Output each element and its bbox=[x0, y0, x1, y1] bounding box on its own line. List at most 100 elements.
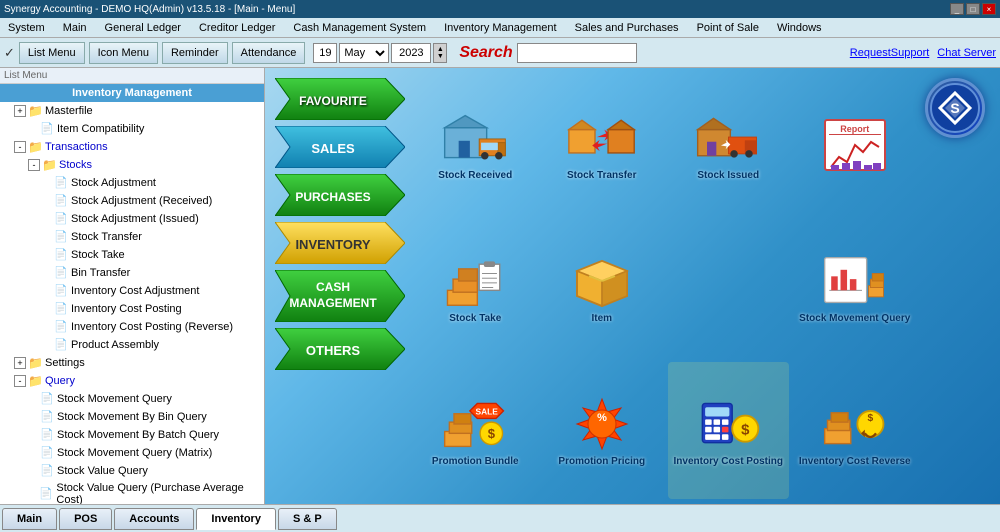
icon-promotion-bundle[interactable]: SALE $ Promotion Bundle bbox=[415, 362, 536, 499]
search-input[interactable] bbox=[517, 43, 637, 63]
date-spinner[interactable]: ▲ ▼ bbox=[433, 43, 447, 63]
expand-stocks[interactable]: - bbox=[28, 159, 40, 171]
list-menu-button[interactable]: List Menu bbox=[19, 42, 85, 64]
sidebar-item-masterfile[interactable]: + 📁 Masterfile bbox=[0, 102, 264, 120]
icon-stock-movement-query[interactable]: Stock Movement Query bbox=[795, 219, 916, 356]
maximize-btn[interactable]: □ bbox=[966, 3, 980, 15]
label-item: Item bbox=[591, 313, 612, 325]
sidebar-item-query[interactable]: - 📁 Query bbox=[0, 372, 264, 390]
label-stock-mov-bin: Stock Movement By Bin Query bbox=[57, 411, 207, 423]
sidebar-item-stock-adj[interactable]: 📄 Stock Adjustment bbox=[0, 174, 264, 192]
year-input[interactable]: 2023 bbox=[391, 43, 431, 63]
expand-masterfile[interactable]: + bbox=[14, 105, 26, 117]
nav-purchases[interactable]: PURCHASES bbox=[275, 174, 405, 216]
sidebar-item-stock-value-query[interactable]: 📄 Stock Value Query bbox=[0, 462, 264, 480]
label-inv-cost-posting: Inventory Cost Posting bbox=[71, 303, 182, 315]
svg-text:SALE: SALE bbox=[476, 406, 499, 416]
nav-favourite[interactable]: FAVOURITE bbox=[275, 78, 405, 120]
menu-inventory[interactable]: Inventory Management bbox=[440, 21, 561, 35]
doc-icon-inv-cost-posting: 📄 bbox=[54, 302, 68, 316]
tab-inventory[interactable]: Inventory bbox=[196, 508, 276, 530]
doc-icon-bin-transfer: 📄 bbox=[54, 266, 68, 280]
folder-icon-settings: 📁 bbox=[28, 356, 42, 370]
report-chart-svg bbox=[829, 137, 883, 171]
sidebar-item-stock-adj-issued[interactable]: 📄 Stock Adjustment (Issued) bbox=[0, 210, 264, 228]
label-stock-mov-query: Stock Movement Query bbox=[57, 393, 172, 405]
menu-main[interactable]: Main bbox=[59, 21, 91, 35]
sidebar-item-stock-value-purch[interactable]: 📄 Stock Value Query (Purchase Average Co… bbox=[0, 480, 264, 504]
icon-report[interactable]: Report bbox=[795, 76, 916, 213]
menu-cash-management[interactable]: Cash Management System bbox=[289, 21, 430, 35]
nav-inventory[interactable]: INVENTORY bbox=[275, 222, 405, 264]
menu-windows[interactable]: Windows bbox=[773, 21, 826, 35]
label-promotion-bundle: Promotion Bundle bbox=[432, 456, 519, 468]
minimize-btn[interactable]: _ bbox=[950, 3, 964, 15]
icon-stock-transfer[interactable]: Stock Transfer bbox=[542, 76, 663, 213]
close-btn[interactable]: × bbox=[982, 3, 996, 15]
menu-creditor-ledger[interactable]: Creditor Ledger bbox=[195, 21, 279, 35]
sidebar-item-stock-transfer[interactable]: 📄 Stock Transfer bbox=[0, 228, 264, 246]
sidebar-item-stock-mov-query[interactable]: 📄 Stock Movement Query bbox=[0, 390, 264, 408]
label-stock-take: Stock Take bbox=[71, 249, 125, 261]
expand-settings[interactable]: + bbox=[14, 357, 26, 369]
icon-inventory-cost-posting[interactable]: $ Inventory Cost Posting bbox=[668, 362, 789, 499]
sidebar-item-inv-cost-adj[interactable]: 📄 Inventory Cost Adjustment bbox=[0, 282, 264, 300]
sidebar-item-stock-adj-recv[interactable]: 📄 Stock Adjustment (Received) bbox=[0, 192, 264, 210]
tab-accounts[interactable]: Accounts bbox=[114, 508, 194, 530]
label-inv-cost-posting-rev: Inventory Cost Posting (Reverse) bbox=[71, 321, 233, 333]
tab-pos[interactable]: POS bbox=[59, 508, 112, 530]
icon-menu-button[interactable]: Icon Menu bbox=[89, 42, 158, 64]
sidebar-item-settings[interactable]: + 📁 Settings bbox=[0, 354, 264, 372]
sidebar-item-stock-mov-batch[interactable]: 📄 Stock Movement By Batch Query bbox=[0, 426, 264, 444]
menu-sales-purchases[interactable]: Sales and Purchases bbox=[571, 21, 683, 35]
app-logo: S bbox=[925, 78, 985, 138]
icon-item[interactable]: Item bbox=[542, 219, 663, 356]
label-masterfile: Masterfile bbox=[45, 105, 93, 117]
month-select[interactable]: May bbox=[339, 43, 389, 63]
sidebar-item-bin-transfer[interactable]: 📄 Bin Transfer bbox=[0, 264, 264, 282]
tab-accounts-label: Accounts bbox=[129, 513, 179, 525]
menu-general-ledger[interactable]: General Ledger bbox=[101, 21, 185, 35]
doc-icon-stock-take: 📄 bbox=[54, 248, 68, 262]
sidebar-item-inv-cost-posting-rev[interactable]: 📄 Inventory Cost Posting (Reverse) bbox=[0, 318, 264, 336]
chat-server-link[interactable]: Chat Server bbox=[937, 47, 996, 59]
sidebar-item-stock-mov-matrix[interactable]: 📄 Stock Movement Query (Matrix) bbox=[0, 444, 264, 462]
reminder-button[interactable]: Reminder bbox=[162, 42, 228, 64]
sidebar: List Menu Inventory Management + 📁 Maste… bbox=[0, 68, 265, 504]
icon-inventory-cost-reverse[interactable]: $ Inventory Cost Reverse bbox=[795, 362, 916, 499]
folder-icon-transactions: 📁 bbox=[28, 140, 42, 154]
attendance-button[interactable]: Attendance bbox=[232, 42, 306, 64]
icon-stock-received[interactable]: Stock Received bbox=[415, 76, 536, 213]
sidebar-item-stocks[interactable]: - 📁 Stocks bbox=[0, 156, 264, 174]
sidebar-item-stock-mov-bin[interactable]: 📄 Stock Movement By Bin Query bbox=[0, 408, 264, 426]
icon-stock-take[interactable]: Stock Take bbox=[415, 219, 536, 356]
icon-promotion-pricing[interactable]: % Promotion Pricing bbox=[542, 362, 663, 499]
title-text: Synergy Accounting - DEMO HQ(Admin) v13.… bbox=[4, 4, 295, 15]
menu-system[interactable]: System bbox=[4, 21, 49, 35]
tab-main[interactable]: Main bbox=[2, 508, 57, 530]
expand-transactions[interactable]: - bbox=[14, 141, 26, 153]
label-stock-mov-batch: Stock Movement By Batch Query bbox=[57, 429, 219, 441]
label-stock-value-purch: Stock Value Query (Purchase Average Cost… bbox=[56, 482, 262, 504]
nav-cash-management[interactable]: CASH MANAGEMENT bbox=[275, 270, 405, 322]
request-support-link[interactable]: RequestSupport bbox=[850, 47, 930, 59]
sidebar-item-product-assembly[interactable]: 📄 Product Assembly bbox=[0, 336, 264, 354]
report-title-text: Report bbox=[829, 124, 881, 135]
day-input[interactable]: 19 bbox=[313, 43, 337, 63]
sidebar-item-item-compat[interactable]: 📄 Item Compatibility bbox=[0, 120, 264, 138]
sidebar-item-inv-cost-posting[interactable]: 📄 Inventory Cost Posting bbox=[0, 300, 264, 318]
menu-pos[interactable]: Point of Sale bbox=[693, 21, 763, 35]
sidebar-item-transactions[interactable]: - 📁 Transactions bbox=[0, 138, 264, 156]
stock-transfer-image bbox=[567, 108, 637, 168]
nav-others[interactable]: OTHERS bbox=[275, 328, 405, 370]
search-label: Search bbox=[459, 44, 512, 62]
svg-text:INVENTORY: INVENTORY bbox=[295, 237, 370, 252]
sidebar-item-stock-take[interactable]: 📄 Stock Take bbox=[0, 246, 264, 264]
nav-sales[interactable]: SALES bbox=[275, 126, 405, 168]
label-stock-value-query: Stock Value Query bbox=[57, 465, 148, 477]
tab-s-and-p[interactable]: S & P bbox=[278, 508, 337, 530]
label-stock-adj: Stock Adjustment bbox=[71, 177, 156, 189]
icon-stock-issued[interactable]: Stock Issued bbox=[668, 76, 789, 213]
expand-query[interactable]: - bbox=[14, 375, 26, 387]
tab-inventory-label: Inventory bbox=[211, 513, 261, 525]
